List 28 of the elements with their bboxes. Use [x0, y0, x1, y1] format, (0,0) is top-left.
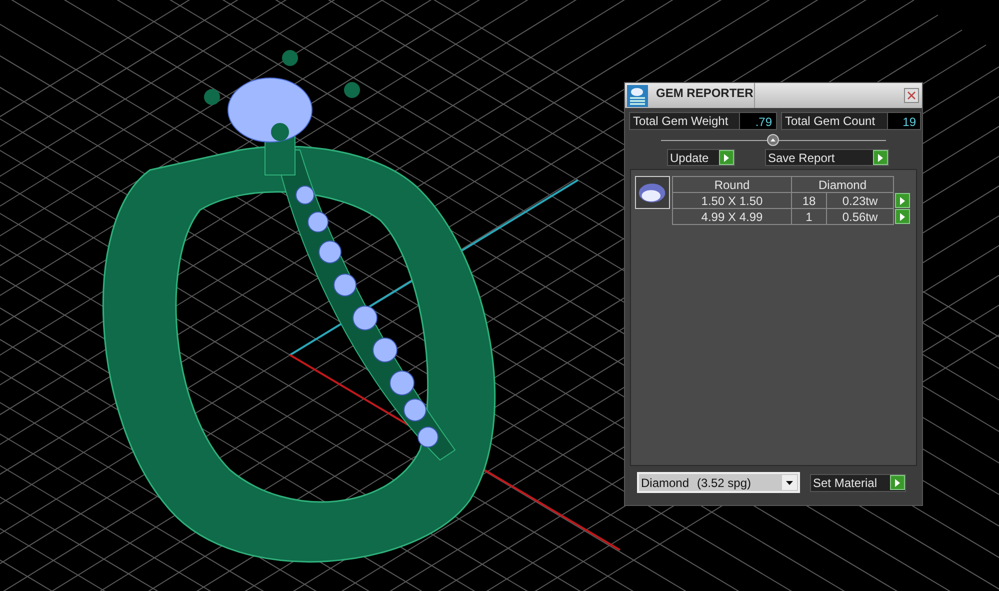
- gem-reporter-icon: [627, 84, 648, 106]
- panel-title: GEM REPORTER: [656, 85, 754, 102]
- slider-handle[interactable]: [767, 134, 779, 146]
- set-material-button[interactable]: Set Material: [810, 474, 906, 492]
- table-cell: 4.99 X 4.99: [672, 208, 792, 224]
- total-value: .79: [739, 113, 776, 129]
- action-button[interactable]: Save Report: [765, 149, 889, 166]
- action-button[interactable]: Update: [667, 149, 735, 166]
- material-dropdown[interactable]: Diamond (3.52 spg): [637, 472, 800, 493]
- play-icon: [719, 150, 734, 165]
- total-label: Total Gem Weight: [632, 113, 730, 130]
- table-cell: 18: [792, 192, 826, 208]
- play-icon: [890, 475, 905, 490]
- table-cell: 1: [792, 208, 826, 224]
- table-cell: 1.50 X 1.50: [672, 192, 792, 208]
- total-value: 19: [887, 113, 920, 129]
- material-density: (3.52 spg): [697, 474, 752, 492]
- close-icon[interactable]: [904, 88, 919, 103]
- material-name: Diamond: [641, 474, 690, 492]
- column-header: Round: [672, 176, 792, 192]
- total-label: Total Gem Count: [784, 113, 876, 130]
- play-icon: [873, 150, 888, 165]
- row-action-button[interactable]: [895, 209, 910, 224]
- column-header: Diamond: [792, 176, 894, 192]
- row-action-button[interactable]: [895, 193, 910, 208]
- table-cell: 0.56tw: [826, 208, 894, 224]
- table-cell: 0.23tw: [826, 192, 894, 208]
- gem-thumbnail: [635, 176, 670, 209]
